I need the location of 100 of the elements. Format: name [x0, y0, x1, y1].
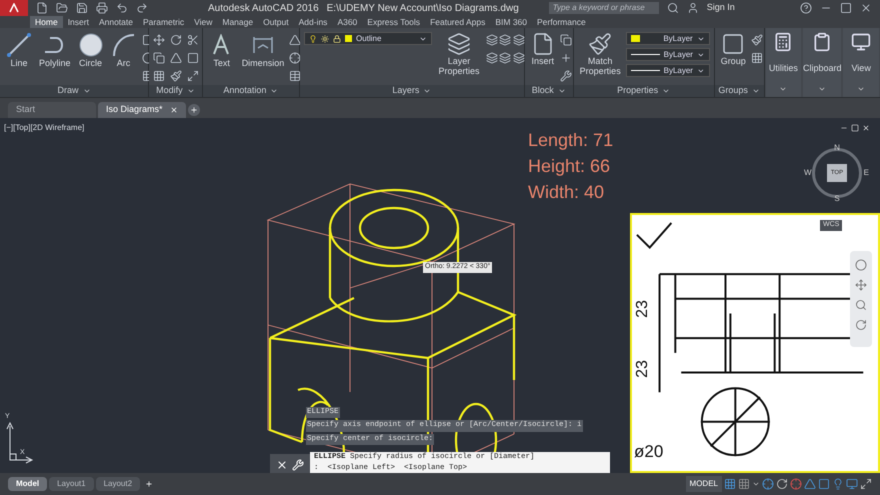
- redo-icon[interactable]: [136, 2, 148, 14]
- orbit-icon[interactable]: [855, 319, 867, 331]
- panel-title[interactable]: Layers: [300, 85, 524, 97]
- property-dropdown[interactable]: ByLayer: [626, 32, 710, 45]
- ribbon-tab[interactable]: Express Tools: [362, 16, 426, 28]
- ribbon-tool-button[interactable]: Layer Properties: [435, 32, 484, 76]
- ribbon-tool-button[interactable]: Insert: [528, 32, 557, 66]
- copy-icon[interactable]: [153, 52, 166, 64]
- ribbon-tab[interactable]: View: [189, 16, 218, 28]
- pan-icon[interactable]: [855, 279, 867, 291]
- caret-icon[interactable]: [752, 87, 760, 95]
- layers-icon[interactable]: [486, 34, 498, 46]
- undo-icon[interactable]: [116, 2, 128, 14]
- ribbon-tool-button[interactable]: Line: [4, 32, 34, 68]
- restore-icon[interactable]: [851, 124, 859, 132]
- triangle-icon[interactable]: [170, 52, 182, 64]
- ribbon-tool-button[interactable]: Match Properties: [578, 32, 623, 76]
- caret-icon[interactable]: [779, 85, 788, 93]
- printer-icon[interactable]: [96, 2, 108, 14]
- caret-icon[interactable]: [558, 87, 566, 95]
- document-tab[interactable]: Iso Diagrams*: [98, 102, 186, 118]
- ribbon-tab[interactable]: Annotate: [94, 16, 138, 28]
- ribbon-tab[interactable]: Add-ins: [294, 16, 332, 28]
- app-logo-icon[interactable]: [0, 0, 28, 16]
- ribbon-tool-button[interactable]: Text: [206, 32, 237, 68]
- ribbon-tab[interactable]: Home: [30, 16, 63, 28]
- brush-icon[interactable]: [170, 70, 182, 82]
- ribbon-tool-button[interactable]: Arc: [108, 32, 139, 68]
- ribbon-tab[interactable]: Insert: [62, 16, 94, 28]
- isodraft-icon[interactable]: [804, 478, 816, 490]
- help-icon[interactable]: [800, 2, 812, 14]
- object-snap-icon[interactable]: [818, 478, 830, 490]
- lock-icon[interactable]: [333, 34, 342, 42]
- layers-icon[interactable]: [499, 52, 512, 64]
- circle-icon[interactable]: [78, 32, 104, 58]
- layers-icon[interactable]: [499, 34, 512, 46]
- lightbulb-icon[interactable]: [309, 34, 318, 42]
- close-icon[interactable]: [276, 458, 288, 470]
- folder-icon[interactable]: [56, 2, 68, 14]
- document-tab[interactable]: Start: [8, 102, 96, 118]
- viewport-controls-label[interactable]: [−][Top][2D Wireframe]: [4, 122, 84, 134]
- user-icon[interactable]: [686, 2, 699, 14]
- panel-title[interactable]: Groups: [714, 85, 764, 97]
- wrench-icon[interactable]: [560, 70, 572, 82]
- collapsed-panel[interactable]: Utilities: [766, 28, 802, 97]
- rotate-icon[interactable]: [170, 34, 182, 46]
- ribbon-tool-button[interactable]: Group: [718, 32, 748, 66]
- panel-title[interactable]: Draw: [0, 85, 148, 97]
- zoom-icon[interactable]: [855, 299, 867, 311]
- ribbon-tab[interactable]: A360: [332, 16, 362, 28]
- ribbon-tab[interactable]: Performance: [532, 16, 591, 28]
- new-file-icon[interactable]: [36, 2, 48, 14]
- layout-tab[interactable]: Layout1: [49, 477, 94, 491]
- table-icon[interactable]: [289, 70, 302, 82]
- sun-icon[interactable]: [321, 34, 330, 42]
- model-space-button[interactable]: MODEL: [686, 476, 722, 492]
- caret-icon[interactable]: [186, 87, 195, 95]
- layout-tab[interactable]: Model: [8, 477, 48, 491]
- layer-dropdown[interactable]: Outline: [304, 32, 432, 45]
- ribbon-tab[interactable]: Output: [258, 16, 294, 28]
- ribbon-tab[interactable]: Featured Apps: [425, 16, 490, 28]
- ribbon-tool-button[interactable]: Circle: [76, 32, 106, 68]
- square-icon[interactable]: [186, 52, 199, 64]
- collapsed-panel[interactable]: View: [843, 28, 880, 97]
- maximize-icon[interactable]: [840, 2, 852, 14]
- line-icon[interactable]: [6, 32, 32, 58]
- property-dropdown[interactable]: ByLayer: [626, 64, 710, 77]
- ribbon-tool-button[interactable]: Polyline: [37, 32, 73, 68]
- command-line-handle[interactable]: [270, 454, 310, 473]
- monitor-icon[interactable]: [846, 478, 858, 490]
- panel-title[interactable]: Block: [524, 85, 573, 97]
- panel-title[interactable]: Annotation: [202, 85, 300, 97]
- arc-icon[interactable]: [110, 32, 137, 58]
- search-field[interactable]: Type a keyword or phrase: [548, 2, 659, 14]
- caret-icon[interactable]: [82, 87, 91, 95]
- caret-icon[interactable]: [270, 87, 278, 95]
- ribbon-tab[interactable]: Manage: [217, 16, 258, 28]
- ribbon-tab[interactable]: Parametric: [138, 16, 190, 28]
- copy-icon[interactable]: [560, 34, 572, 46]
- save-icon[interactable]: [76, 2, 88, 14]
- panel-title[interactable]: Properties: [574, 85, 714, 97]
- ribbon-tab[interactable]: BIM 360: [490, 16, 532, 28]
- plus-icon[interactable]: [145, 480, 154, 488]
- property-dropdown[interactable]: ByLayer: [626, 48, 710, 61]
- grid-icon[interactable]: [153, 70, 166, 82]
- grid-icon[interactable]: [724, 478, 736, 490]
- fullscreen-icon[interactable]: [860, 478, 872, 490]
- ribbon-tool-button[interactable]: Dimension: [240, 32, 286, 68]
- caret-icon[interactable]: [423, 87, 432, 95]
- brush-icon[interactable]: [750, 34, 763, 46]
- wheel-icon[interactable]: [855, 259, 867, 271]
- scale-icon[interactable]: [186, 70, 199, 82]
- scissors-icon[interactable]: [186, 34, 199, 46]
- close-icon[interactable]: [860, 2, 872, 14]
- panel-title[interactable]: Modify: [149, 85, 202, 97]
- grid-icon[interactable]: [750, 52, 763, 64]
- snap-icon[interactable]: [738, 478, 750, 490]
- layers-icon[interactable]: [486, 52, 498, 64]
- close-icon[interactable]: [862, 124, 870, 132]
- caret-icon[interactable]: [857, 85, 866, 93]
